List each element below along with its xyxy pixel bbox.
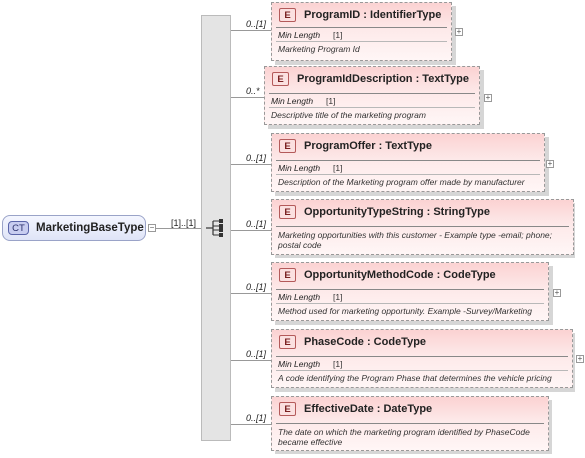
element-title: EffectiveDate : DateType [304, 403, 433, 415]
connector-line [231, 164, 271, 165]
connector-line [231, 293, 271, 294]
connector-line [231, 424, 271, 425]
element-cardinality: 0..[1] [246, 19, 267, 29]
facet-value: [1] [333, 30, 343, 40]
element-node-opportunitymethodcode[interactable]: E OpportunityMethodCode : CodeType Min Le… [271, 262, 549, 321]
facet-label: Min Length [278, 163, 321, 173]
element-documentation: Descriptive title of the marketing progr… [271, 110, 426, 120]
facet-value: [1] [326, 96, 336, 106]
element-documentation: Description of the Marketing program off… [278, 177, 525, 187]
element-badge: E [279, 139, 296, 153]
connector-line [231, 360, 271, 361]
element-cardinality: 0..[1] [246, 153, 267, 163]
collapse-icon[interactable]: − [148, 224, 156, 232]
facet-label: Min Length [271, 96, 314, 106]
connector-line [231, 30, 271, 31]
complex-type-node[interactable]: CT MarketingBaseType [2, 215, 146, 241]
element-title: OpportunityTypeString : StringType [304, 206, 490, 218]
element-badge: E [279, 205, 296, 219]
complex-type-name: MarketingBaseType [36, 222, 144, 234]
element-badge: E [279, 335, 296, 349]
facet-label: Min Length [278, 30, 321, 40]
expand-icon[interactable]: + [576, 355, 584, 363]
element-badge: E [272, 72, 289, 86]
element-badge: E [279, 8, 296, 22]
element-cardinality: 0..* [246, 86, 260, 96]
element-documentation: Marketing opportunities with this custom… [278, 230, 553, 250]
element-node-programiddescription[interactable]: E ProgramIdDescription : TextType Min Len… [264, 66, 480, 125]
element-title: ProgramIdDescription : TextType [297, 73, 469, 85]
facet-label: Min Length [278, 359, 321, 369]
sequence-cardinality: [1]..[1] [171, 218, 197, 228]
element-badge: E [279, 268, 296, 282]
sequence-icon [206, 219, 223, 237]
expand-icon[interactable]: + [546, 160, 554, 168]
element-node-programoffer[interactable]: E ProgramOffer : TextType Min Length [1] … [271, 133, 545, 192]
facet-value: [1] [333, 292, 343, 302]
connector-line [231, 97, 266, 98]
element-title: ProgramID : IdentifierType [304, 9, 442, 21]
element-cardinality: 0..[1] [246, 413, 267, 423]
element-documentation: Method used for marketing opportunity. E… [278, 306, 533, 316]
element-node-phasecode[interactable]: E PhaseCode : CodeType Min Length [1] A c… [271, 329, 573, 388]
complex-type-badge: CT [8, 221, 29, 235]
element-node-effectivedate[interactable]: E EffectiveDate : DateType The date on wh… [271, 396, 549, 451]
element-title: PhaseCode : CodeType [304, 336, 427, 348]
element-cardinality: 0..[1] [246, 349, 267, 359]
element-node-programid[interactable]: E ProgramID : IdentifierType Min Length [… [271, 2, 452, 61]
element-documentation: Marketing Program Id [278, 44, 360, 54]
expand-icon[interactable]: + [484, 94, 492, 102]
element-documentation: The date on which the marketing program … [278, 427, 530, 447]
element-documentation: A code identifying the Program Phase tha… [278, 373, 552, 383]
facet-label: Min Length [278, 292, 321, 302]
facet-value: [1] [333, 359, 343, 369]
element-cardinality: 0..[1] [246, 282, 267, 292]
connector-line [231, 230, 271, 231]
element-cardinality: 0..[1] [246, 219, 267, 229]
expand-icon[interactable]: + [455, 28, 463, 36]
facet-value: [1] [333, 163, 343, 173]
expand-icon[interactable]: + [553, 289, 561, 297]
element-title: ProgramOffer : TextType [304, 140, 432, 152]
connector-line [156, 228, 202, 229]
element-node-opportunitytypestring[interactable]: E OpportunityTypeString : StringType Mark… [271, 199, 574, 255]
element-badge: E [279, 402, 296, 416]
element-title: OpportunityMethodCode : CodeType [304, 269, 496, 281]
